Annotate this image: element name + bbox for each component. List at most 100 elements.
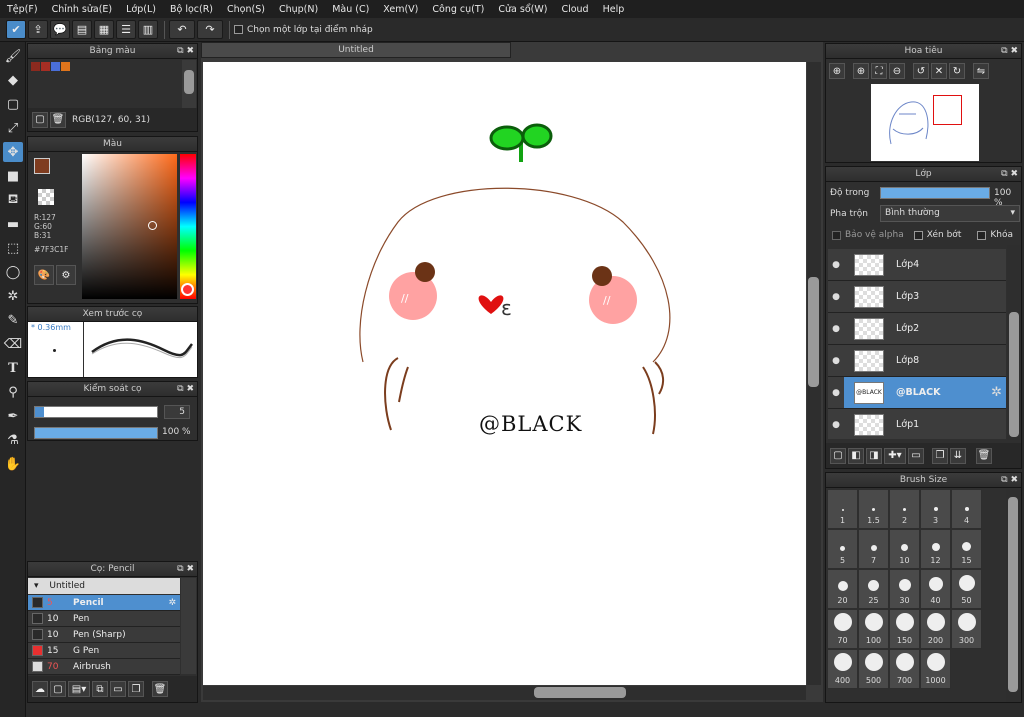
layer-row[interactable]: ● Lớp3 [828, 281, 1006, 313]
line-tool-icon[interactable]: ⤢ [3, 118, 23, 138]
brush-size-cell[interactable]: 1.5 [858, 489, 889, 529]
select-eraser-icon[interactable]: ⌫ [3, 334, 23, 354]
layer-row[interactable]: ● @BLACK @BLACK ✲ [828, 377, 1006, 409]
panel-controls-icon[interactable]: ⧉ ✖ [1001, 167, 1018, 181]
menu-item[interactable]: Lớp(L) [119, 4, 163, 15]
operation-tool-icon[interactable]: ⚲ [3, 382, 23, 402]
brush-size-cell[interactable]: 7 [858, 529, 889, 569]
size-value[interactable]: 5 [164, 405, 190, 419]
clipping-checkbox[interactable] [913, 230, 923, 240]
opacity-slider[interactable] [34, 427, 158, 439]
transparent-color-swatch[interactable] [38, 189, 54, 205]
brush-item[interactable]: 5 Pencil ✲ [28, 595, 180, 611]
palette-swatch[interactable] [51, 62, 60, 71]
menu-item[interactable]: Chọn(S) [220, 4, 272, 15]
duplicate-icon[interactable]: ❐ [128, 681, 144, 697]
palette-swatch[interactable] [41, 62, 50, 71]
menu-item[interactable]: Tệp(F) [0, 4, 45, 15]
grid-icon[interactable]: ▥ [138, 20, 158, 39]
rotate-left-icon[interactable]: ↺ [913, 63, 929, 79]
brush-size-cell[interactable]: 4 [951, 489, 982, 529]
delete-swatch-icon[interactable]: 🗑 [50, 111, 66, 128]
text-tool-icon[interactable]: T [3, 358, 23, 378]
brush-size-cell[interactable]: 5 [827, 529, 858, 569]
menu-item[interactable]: Help [596, 4, 632, 15]
new-layer-icon[interactable]: ▢ [830, 447, 846, 464]
brush-group[interactable]: ▾ Untitled [28, 578, 180, 594]
color-wheel-icon[interactable]: 🎨 [34, 265, 54, 285]
brush-list-scrollbar[interactable] [181, 578, 196, 674]
viewport-indicator[interactable] [933, 95, 962, 125]
menu-item[interactable]: Xem(V) [376, 4, 425, 15]
reset-view-icon[interactable]: ✕ [931, 63, 947, 79]
brush-size-cell[interactable]: 500 [858, 649, 889, 689]
new-brush-icon[interactable]: ▢ [50, 681, 66, 697]
brush-size-cell[interactable]: 50 [951, 569, 982, 609]
lasso-tool-icon[interactable]: ◯ [3, 262, 23, 282]
canvas-hscroll-thumb[interactable] [534, 687, 626, 698]
visibility-icon[interactable]: ● [828, 260, 844, 270]
brush-size-cell[interactable]: 300 [951, 609, 982, 649]
lock-checkbox[interactable] [977, 230, 987, 240]
merge-layer-icon[interactable]: ⇊ [950, 447, 966, 464]
brush-item[interactable]: 10 Pen [28, 611, 180, 627]
layer-row[interactable]: ● Lớp2 [828, 313, 1006, 345]
eraser-tool-icon[interactable]: ◆ [3, 70, 23, 90]
palette-scroll-thumb[interactable] [184, 70, 194, 94]
brush-size-cell[interactable]: 40 [920, 569, 951, 609]
select-layer-checkbox[interactable] [234, 25, 243, 34]
layer-settings-icon[interactable]: ✲ [991, 385, 1002, 400]
copy-brush-icon[interactable]: ⧉ [92, 681, 108, 697]
visibility-icon[interactable]: ● [828, 356, 844, 366]
brush-size-scroll-thumb[interactable] [1008, 497, 1018, 692]
visibility-icon[interactable]: ● [828, 420, 844, 430]
select-pen-icon[interactable]: ✎ [3, 310, 23, 330]
cloud-brush-icon[interactable]: ☁ [32, 681, 48, 697]
menu-item[interactable]: Công cụ(T) [425, 4, 491, 15]
brush-item[interactable]: 15 G Pen [28, 643, 180, 659]
brush-size-cell[interactable]: 150 [889, 609, 920, 649]
document-icon[interactable]: ▦ [94, 20, 114, 39]
panel-controls-icon[interactable]: ⧉ ✖ [177, 562, 194, 576]
magic-wand-icon[interactable]: ✲ [3, 286, 23, 306]
hand-tool-icon[interactable]: ✋ [3, 454, 23, 474]
panel-controls-icon[interactable]: ⧉ ✖ [1001, 473, 1018, 487]
layer-scroll-thumb[interactable] [1009, 312, 1019, 437]
add-layer-menu-icon[interactable]: ✚▾ [884, 447, 906, 464]
fit-window-icon[interactable]: ⛶ [871, 63, 887, 79]
export-icon[interactable]: ⇪ [28, 20, 48, 39]
brush-item[interactable]: 70 Airbrush [28, 659, 180, 675]
color-settings-icon[interactable]: ⚙ [56, 265, 76, 285]
new-swatch-icon[interactable]: ▢ [32, 111, 48, 128]
panel-controls-icon[interactable]: ⧉ ✖ [1001, 44, 1018, 58]
comment-icon[interactable]: 💬 [50, 20, 70, 39]
flip-icon[interactable]: ⇋ [973, 63, 989, 79]
zoom-out-icon[interactable]: ⊖ [889, 63, 905, 79]
brush-size-cell[interactable]: 1 [827, 489, 858, 529]
panel-controls-icon[interactable]: ⧉ ✖ [177, 44, 194, 58]
list-icon[interactable]: ☰ [116, 20, 136, 39]
marquee-tool-icon[interactable]: ⬚ [3, 238, 23, 258]
blend-mode-select[interactable]: Bình thường ▾ [880, 205, 1020, 222]
layer-folder-icon[interactable]: ▭ [908, 447, 924, 464]
brush-size-cell[interactable]: 10 [889, 529, 920, 569]
undo-icon[interactable]: ↶ [169, 20, 195, 39]
brush-size-cell[interactable]: 12 [920, 529, 951, 569]
zoom-fit-icon[interactable]: ⊕ [829, 63, 845, 79]
menu-item[interactable]: Cloud [554, 4, 595, 15]
menu-item[interactable]: Màu (C) [325, 4, 376, 15]
drawing-canvas[interactable]: // // ɛ @BLACK [203, 62, 806, 685]
select-tool-icon[interactable]: ✔ [6, 20, 26, 39]
brush-size-cell[interactable]: 200 [920, 609, 951, 649]
layer-row[interactable]: ● Lớp8 [828, 345, 1006, 377]
panel-controls-icon[interactable]: ⧉ ✖ [177, 382, 194, 396]
rotate-right-icon[interactable]: ↻ [949, 63, 965, 79]
canvas-vscroll-thumb[interactable] [808, 277, 819, 387]
layer-opacity-slider[interactable] [880, 187, 990, 199]
menu-item[interactable]: Cửa sổ(W) [491, 4, 554, 15]
brush-size-cell[interactable]: 25 [858, 569, 889, 609]
brush-size-cell[interactable]: 20 [827, 569, 858, 609]
shape-tool-icon[interactable]: ▢ [3, 94, 23, 114]
layer-row[interactable]: ● Lớp1 [828, 409, 1006, 439]
rect-tool-icon[interactable]: ■ [3, 166, 23, 186]
